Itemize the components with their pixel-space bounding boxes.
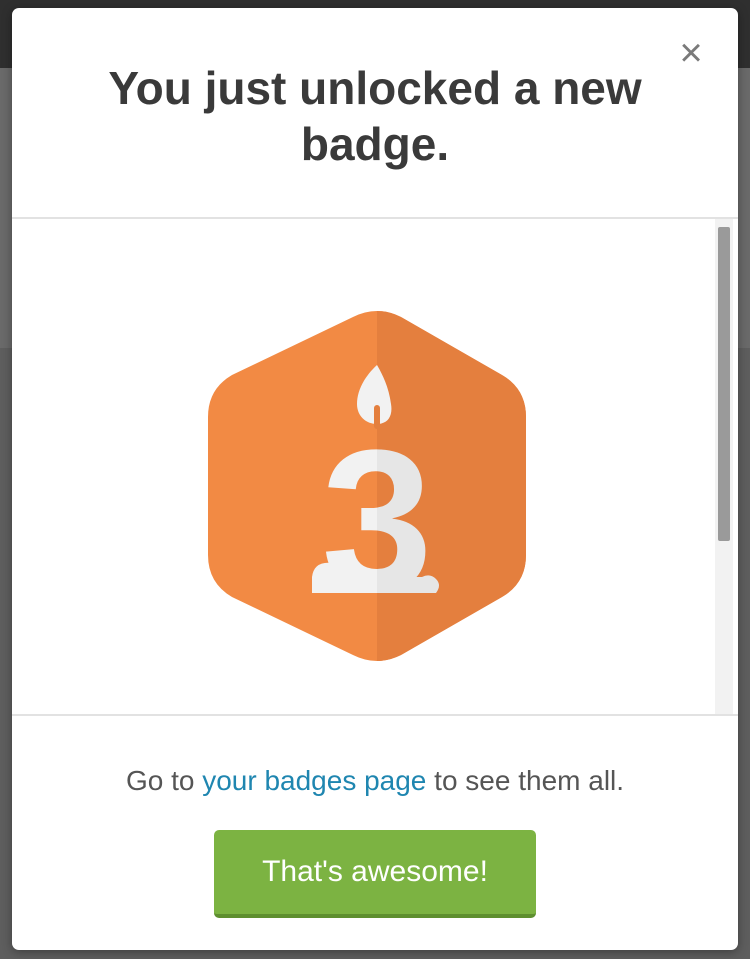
badge-unlocked-modal: You just unlocked a new badge. × 3 3 Go … xyxy=(12,8,738,950)
footer-message: Go to your badges page to see them all. xyxy=(12,764,738,798)
birthday-candle-badge-icon: 3 3 3 xyxy=(208,311,526,661)
modal-body: 3 3 3 xyxy=(12,219,738,714)
badges-page-link[interactable]: your badges page xyxy=(202,765,426,796)
close-button[interactable]: × xyxy=(672,33,710,73)
thats-awesome-button[interactable]: That's awesome! xyxy=(214,830,536,918)
scrollbar-thumb[interactable] xyxy=(718,227,730,541)
message-prefix: Go to xyxy=(125,765,203,796)
body-scrollbar[interactable] xyxy=(715,219,733,714)
modal-title: You just unlocked a new badge. xyxy=(108,62,642,170)
message-suffix: to see them all. xyxy=(426,765,625,796)
modal-footer: Go to your badges page to see them all. … xyxy=(12,714,738,950)
modal-header: You just unlocked a new badge. × xyxy=(12,8,738,219)
close-icon[interactable]: × xyxy=(679,33,702,73)
